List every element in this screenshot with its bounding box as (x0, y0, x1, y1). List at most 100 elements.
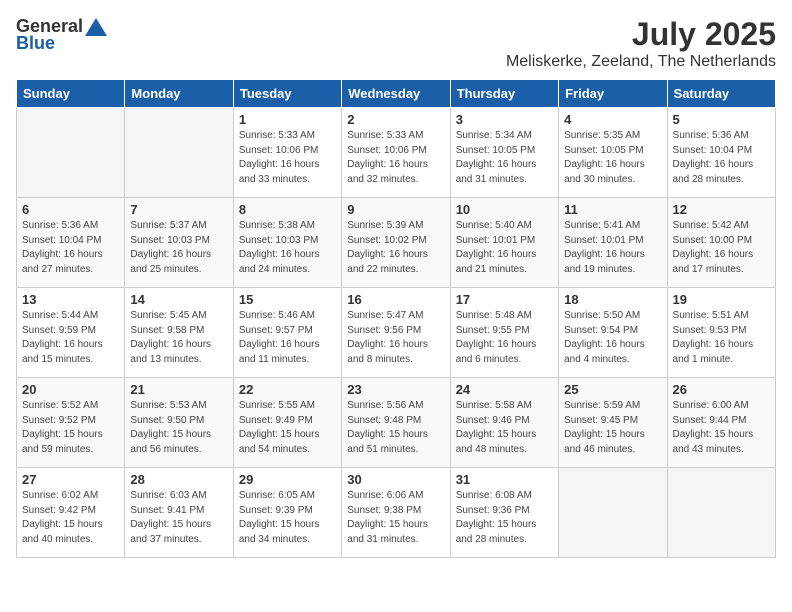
weekday-header-tuesday: Tuesday (233, 80, 341, 108)
day-detail: Sunrise: 6:02 AMSunset: 9:42 PMDaylight:… (22, 489, 119, 547)
calendar-cell: 15Sunrise: 5:46 AMSunset: 9:57 PMDayligh… (233, 288, 341, 378)
day-detail: Sunrise: 5:58 AMSunset: 9:46 PMDaylight:… (456, 399, 553, 457)
calendar-table: SundayMondayTuesdayWednesdayThursdayFrid… (16, 79, 776, 558)
calendar-cell (125, 108, 233, 198)
day-number: 17 (456, 292, 553, 307)
calendar-cell: 11Sunrise: 5:41 AMSunset: 10:01 PMDaylig… (559, 198, 667, 288)
day-number: 20 (22, 382, 119, 397)
logo-blue-text: Blue (16, 33, 55, 54)
calendar-cell: 16Sunrise: 5:47 AMSunset: 9:56 PMDayligh… (342, 288, 450, 378)
day-detail: Sunrise: 5:46 AMSunset: 9:57 PMDaylight:… (239, 309, 336, 367)
weekday-header-row: SundayMondayTuesdayWednesdayThursdayFrid… (17, 80, 776, 108)
day-detail: Sunrise: 6:08 AMSunset: 9:36 PMDaylight:… (456, 489, 553, 547)
day-detail: Sunrise: 5:48 AMSunset: 9:55 PMDaylight:… (456, 309, 553, 367)
day-detail: Sunrise: 5:35 AMSunset: 10:05 PMDaylight… (564, 129, 661, 187)
calendar-week-row: 13Sunrise: 5:44 AMSunset: 9:59 PMDayligh… (17, 288, 776, 378)
day-number: 7 (130, 202, 227, 217)
calendar-cell: 30 Sunrise: 6:06 AMSunset: 9:38 PMDayligh… (342, 468, 450, 558)
day-number: 5 (673, 112, 770, 127)
calendar-cell: 12 Sunrise: 5:42 AMSunset: 10:00 PMDaylig… (667, 198, 775, 288)
day-number: 21 (130, 382, 227, 397)
calendar-cell: 17 Sunrise: 5:48 AMSunset: 9:55 PMDayligh… (450, 288, 558, 378)
calendar-cell: 13Sunrise: 5:44 AMSunset: 9:59 PMDayligh… (17, 288, 125, 378)
weekday-header-sunday: Sunday (17, 80, 125, 108)
day-number: 31 (456, 472, 553, 487)
calendar-cell (667, 468, 775, 558)
calendar-cell: 18 Sunrise: 5:50 AMSunset: 9:54 PMDayligh… (559, 288, 667, 378)
day-detail: Sunrise: 5:56 AMSunset: 9:48 PMDaylight:… (347, 399, 444, 457)
day-detail: Sunrise: 6:06 AMSunset: 9:38 PMDaylight:… (347, 489, 444, 547)
weekday-header-wednesday: Wednesday (342, 80, 450, 108)
day-detail: Sunrise: 5:38 AMSunset: 10:03 PMDaylight… (239, 219, 336, 277)
day-detail: Sunrise: 5:53 AMSunset: 9:50 PMDaylight:… (130, 399, 227, 457)
calendar-cell: 3Sunrise: 5:34 AMSunset: 10:05 PMDayligh… (450, 108, 558, 198)
day-detail: Sunrise: 5:41 AMSunset: 10:01 PMDaylight… (564, 219, 661, 277)
day-detail: Sunrise: 5:33 AMSunset: 10:06 PMDaylight… (239, 129, 336, 187)
day-detail: Sunrise: 5:39 AMSunset: 10:02 PMDaylight… (347, 219, 444, 277)
day-number: 26 (673, 382, 770, 397)
day-detail: Sunrise: 5:36 AMSunset: 10:04 PMDaylight… (673, 129, 770, 187)
calendar-week-row: 27 Sunrise: 6:02 AMSunset: 9:42 PMDayligh… (17, 468, 776, 558)
calendar-cell: 29Sunrise: 6:05 AMSunset: 9:39 PMDayligh… (233, 468, 341, 558)
day-detail: Sunrise: 5:59 AMSunset: 9:45 PMDaylight:… (564, 399, 661, 457)
day-number: 30 (347, 472, 444, 487)
day-detail: Sunrise: 5:37 AMSunset: 10:03 PMDaylight… (130, 219, 227, 277)
weekday-header-saturday: Saturday (667, 80, 775, 108)
day-number: 6 (22, 202, 119, 217)
day-number: 29 (239, 472, 336, 487)
day-detail: Sunrise: 5:55 AMSunset: 9:49 PMDaylight:… (239, 399, 336, 457)
page-header: General Blue July 2025 Meliskerke, Zeela… (16, 16, 776, 71)
logo-icon (85, 18, 107, 36)
day-number: 8 (239, 202, 336, 217)
day-detail: Sunrise: 5:44 AMSunset: 9:59 PMDaylight:… (22, 309, 119, 367)
calendar-cell: 5 Sunrise: 5:36 AMSunset: 10:04 PMDayligh… (667, 108, 775, 198)
calendar-cell: 27 Sunrise: 6:02 AMSunset: 9:42 PMDayligh… (17, 468, 125, 558)
day-number: 22 (239, 382, 336, 397)
day-number: 27 (22, 472, 119, 487)
calendar-cell: 28 Sunrise: 6:03 AMSunset: 9:41 PMDayligh… (125, 468, 233, 558)
day-detail: Sunrise: 5:50 AMSunset: 9:54 PMDaylight:… (564, 309, 661, 367)
calendar-cell: 23 Sunrise: 5:56 AMSunset: 9:48 PMDayligh… (342, 378, 450, 468)
day-detail: Sunrise: 5:40 AMSunset: 10:01 PMDaylight… (456, 219, 553, 277)
calendar-cell (559, 468, 667, 558)
calendar-cell: 7 Sunrise: 5:37 AMSunset: 10:03 PMDayligh… (125, 198, 233, 288)
day-detail: Sunrise: 6:03 AMSunset: 9:41 PMDaylight:… (130, 489, 227, 547)
day-detail: Sunrise: 5:51 AMSunset: 9:53 PMDaylight:… (673, 309, 770, 367)
calendar-cell (17, 108, 125, 198)
calendar-week-row: 6 Sunrise: 5:36 AMSunset: 10:04 PMDayligh… (17, 198, 776, 288)
day-number: 2 (347, 112, 444, 127)
day-number: 3 (456, 112, 553, 127)
calendar-cell: 4Sunrise: 5:35 AMSunset: 10:05 PMDayligh… (559, 108, 667, 198)
calendar-cell: 22 Sunrise: 5:55 AMSunset: 9:49 PMDayligh… (233, 378, 341, 468)
day-number: 19 (673, 292, 770, 307)
day-number: 12 (673, 202, 770, 217)
day-number: 9 (347, 202, 444, 217)
calendar-cell: 9 Sunrise: 5:39 AMSunset: 10:02 PMDayligh… (342, 198, 450, 288)
calendar-cell: 24Sunrise: 5:58 AMSunset: 9:46 PMDayligh… (450, 378, 558, 468)
day-number: 25 (564, 382, 661, 397)
day-detail: Sunrise: 5:52 AMSunset: 9:52 PMDaylight:… (22, 399, 119, 457)
calendar-cell: 20 Sunrise: 5:52 AMSunset: 9:52 PMDayligh… (17, 378, 125, 468)
calendar-cell: 10 Sunrise: 5:40 AMSunset: 10:01 PMDaylig… (450, 198, 558, 288)
day-number: 10 (456, 202, 553, 217)
calendar-cell: 26 Sunrise: 6:00 AMSunset: 9:44 PMDayligh… (667, 378, 775, 468)
day-detail: Sunrise: 5:42 AMSunset: 10:00 PMDaylight… (673, 219, 770, 277)
month-title: July 2025 (506, 16, 776, 53)
day-number: 14 (130, 292, 227, 307)
calendar-week-row: 20 Sunrise: 5:52 AMSunset: 9:52 PMDayligh… (17, 378, 776, 468)
calendar-cell: 6 Sunrise: 5:36 AMSunset: 10:04 PMDayligh… (17, 198, 125, 288)
day-detail: Sunrise: 5:33 AMSunset: 10:06 PMDaylight… (347, 129, 444, 187)
day-detail: Sunrise: 5:45 AMSunset: 9:58 PMDaylight:… (130, 309, 227, 367)
weekday-header-monday: Monday (125, 80, 233, 108)
day-detail: Sunrise: 6:00 AMSunset: 9:44 PMDaylight:… (673, 399, 770, 457)
calendar-cell: 2 Sunrise: 5:33 AMSunset: 10:06 PMDayligh… (342, 108, 450, 198)
calendar-cell: 14 Sunrise: 5:45 AMSunset: 9:58 PMDayligh… (125, 288, 233, 378)
day-number: 18 (564, 292, 661, 307)
day-number: 16 (347, 292, 444, 307)
day-number: 23 (347, 382, 444, 397)
title-area: July 2025 Meliskerke, Zeeland, The Nethe… (506, 16, 776, 71)
day-number: 1 (239, 112, 336, 127)
calendar-cell: 1 Sunrise: 5:33 AMSunset: 10:06 PMDayligh… (233, 108, 341, 198)
day-number: 28 (130, 472, 227, 487)
day-detail: Sunrise: 5:36 AMSunset: 10:04 PMDaylight… (22, 219, 119, 277)
